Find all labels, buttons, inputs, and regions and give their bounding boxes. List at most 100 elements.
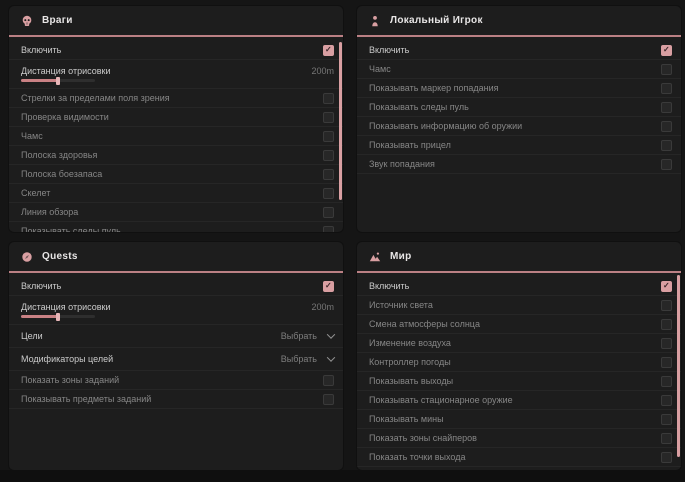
setting-label: Чамс bbox=[21, 131, 43, 141]
checkbox[interactable] bbox=[323, 207, 334, 218]
setting-row: Источник света bbox=[357, 296, 681, 315]
checkbox[interactable] bbox=[661, 64, 672, 75]
checkbox[interactable] bbox=[661, 433, 672, 444]
chevron-down-icon bbox=[327, 353, 335, 361]
setting-label: Скелет bbox=[21, 188, 50, 198]
setting-label: Показывать прицел bbox=[369, 140, 451, 150]
checkbox[interactable] bbox=[661, 121, 672, 132]
checkbox[interactable] bbox=[661, 452, 672, 463]
checkbox[interactable] bbox=[661, 45, 672, 56]
checkbox[interactable] bbox=[323, 394, 334, 405]
setting-row: Полоска здоровья bbox=[9, 146, 343, 165]
setting-label: Показывать предметы заданий bbox=[21, 394, 151, 404]
setting-label: Дистанция отрисовки bbox=[21, 302, 111, 312]
slider-value: 200m bbox=[311, 302, 334, 312]
checkbox[interactable] bbox=[661, 357, 672, 368]
setting-label: Включить bbox=[369, 281, 409, 291]
panel-grid: Враги ВключитьДистанция отрисовки200mСтр… bbox=[9, 6, 681, 470]
checkbox[interactable] bbox=[323, 45, 334, 56]
setting-label: Цели bbox=[21, 331, 43, 341]
checkbox[interactable] bbox=[323, 93, 334, 104]
dropdown[interactable]: Выбрать bbox=[281, 354, 334, 364]
checkbox[interactable] bbox=[661, 281, 672, 292]
setting-row: Проверка видимости bbox=[9, 108, 343, 127]
panel-world-header: Мир bbox=[357, 242, 681, 273]
setting-label: Звук попадания bbox=[369, 159, 435, 169]
panel-title: Враги bbox=[42, 15, 73, 26]
checkbox[interactable] bbox=[323, 150, 334, 161]
checkbox[interactable] bbox=[323, 375, 334, 386]
checkbox[interactable] bbox=[323, 131, 334, 142]
setting-label: Показывать маркер попадания bbox=[369, 83, 499, 93]
setting-row: Показывать маркер попадания bbox=[357, 79, 681, 98]
setting-row: Показывать следы пуль bbox=[357, 98, 681, 117]
checkbox[interactable] bbox=[661, 414, 672, 425]
slider-handle[interactable] bbox=[56, 77, 60, 85]
setting-row: Чамс bbox=[357, 60, 681, 79]
panel-world: Мир Включить Источник света Смена атмосфер… bbox=[357, 242, 681, 470]
slider-line: Дистанция отрисовки 200m bbox=[21, 302, 334, 312]
scrollbar[interactable] bbox=[339, 42, 342, 200]
setting-row: Показывать выходы bbox=[357, 372, 681, 391]
checkbox[interactable] bbox=[323, 188, 334, 199]
setting-label: Смена атмосферы солнца bbox=[369, 319, 480, 329]
setting-row: Смена атмосферы солнца bbox=[357, 315, 681, 334]
setting-label: Полоска боезапаса bbox=[21, 169, 102, 179]
checkbox[interactable] bbox=[661, 319, 672, 330]
setting-row: Показывать мины bbox=[357, 410, 681, 429]
checkbox[interactable] bbox=[661, 395, 672, 406]
setting-label: Показывать следы пуль bbox=[21, 226, 121, 232]
slider[interactable] bbox=[21, 79, 95, 82]
checkbox[interactable] bbox=[661, 338, 672, 349]
setting-label: Показывать выходы bbox=[369, 376, 453, 386]
panel-title: Локальный Игрок bbox=[390, 15, 483, 26]
checkbox[interactable] bbox=[661, 300, 672, 311]
setting-row: Показывать информацию об оружии bbox=[357, 117, 681, 136]
setting-row: Скелет bbox=[9, 184, 343, 203]
setting-label: Чамс bbox=[369, 64, 391, 74]
setting-row: Стрелки за пределами поля зрения bbox=[9, 89, 343, 108]
slider-value: 200m bbox=[311, 66, 334, 76]
checkbox[interactable] bbox=[661, 83, 672, 94]
setting-label: Включить bbox=[369, 45, 409, 55]
checkbox[interactable] bbox=[661, 140, 672, 151]
checkbox[interactable] bbox=[661, 102, 672, 113]
slider-handle[interactable] bbox=[56, 313, 60, 321]
overlay-root: Враги ВключитьДистанция отрисовки200mСтр… bbox=[0, 0, 685, 482]
checkbox[interactable] bbox=[323, 169, 334, 180]
setting-label: Контроллер погоды bbox=[369, 357, 451, 367]
setting-row: Включить bbox=[9, 41, 343, 60]
slider[interactable] bbox=[21, 315, 95, 318]
setting-row: Звук попадания bbox=[357, 155, 681, 174]
setting-row: Изменение воздуха bbox=[357, 334, 681, 353]
person-icon bbox=[369, 15, 381, 27]
setting-label: Проверка видимости bbox=[21, 112, 109, 122]
mountains-icon bbox=[369, 251, 381, 263]
checkbox[interactable] bbox=[323, 281, 334, 292]
checkbox[interactable] bbox=[661, 159, 672, 170]
checkbox[interactable] bbox=[661, 376, 672, 387]
panel-local-player: Локальный Игрок Включить Чамс Показывать м… bbox=[357, 6, 681, 232]
setting-row: Контроллер погоды bbox=[357, 353, 681, 372]
compass-icon bbox=[21, 251, 33, 263]
setting-label: Изменение воздуха bbox=[369, 338, 451, 348]
dropdown[interactable]: Выбрать bbox=[281, 331, 334, 341]
panel-enemies-rows: ВключитьДистанция отрисовки200mСтрелки з… bbox=[9, 37, 343, 232]
scrollbar[interactable] bbox=[677, 275, 680, 457]
panel-enemies: Враги ВключитьДистанция отрисовки200mСтр… bbox=[9, 6, 343, 232]
setting-label: Стрелки за пределами поля зрения bbox=[21, 93, 170, 103]
panel-enemies-header: Враги bbox=[9, 6, 343, 37]
setting-row: Чамс bbox=[9, 127, 343, 146]
checkbox[interactable] bbox=[323, 112, 334, 123]
setting-label: Модификаторы целей bbox=[21, 354, 113, 364]
chevron-down-icon bbox=[327, 330, 335, 338]
setting-label: Включить bbox=[21, 281, 61, 291]
setting-row: Показать точки выхода bbox=[357, 448, 681, 467]
setting-label: Показать зоны снайперов bbox=[369, 433, 477, 443]
setting-label: Линия обзора bbox=[21, 207, 78, 217]
checkbox[interactable] bbox=[323, 226, 334, 233]
setting-row: Линия обзора bbox=[9, 203, 343, 222]
setting-label: Показывать информацию об оружии bbox=[369, 121, 522, 131]
panel-quests: Quests ВключитьДистанция отрисовки200mЦе… bbox=[9, 242, 343, 470]
setting-row: Полоска боезапаса bbox=[9, 165, 343, 184]
